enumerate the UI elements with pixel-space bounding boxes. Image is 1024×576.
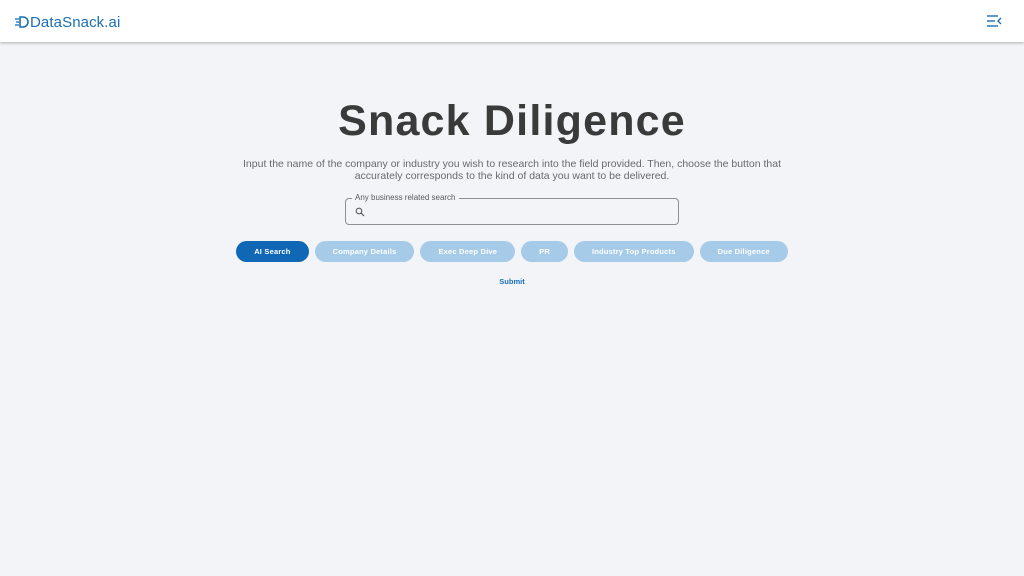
option-pr[interactable]: PR [521, 241, 568, 262]
option-due-diligence[interactable]: Due Diligence [699, 241, 788, 262]
option-exec-deep-dive[interactable]: Exec Deep Dive [420, 241, 516, 262]
option-ai-search[interactable]: AI Search [236, 241, 309, 262]
menu-collapse-icon[interactable] [986, 14, 1002, 28]
submit-button[interactable]: Submit [0, 277, 1024, 286]
search-icon [355, 207, 365, 217]
search-input[interactable] [370, 202, 670, 221]
main-content: Snack Diligence Input the name of the co… [0, 42, 1024, 576]
page-description: Input the name of the company or industr… [243, 158, 781, 182]
option-company-details[interactable]: Company Details [314, 241, 415, 262]
search-field[interactable]: Any business related search [345, 193, 679, 225]
logo[interactable]: DataSnack.ai [15, 12, 120, 32]
option-industry-top-products[interactable]: Industry Top Products [573, 241, 694, 262]
page-title: Snack Diligence [338, 97, 686, 145]
logo-text: DataSnack.ai [30, 13, 121, 31]
top-bar: DataSnack.ai [0, 0, 1024, 42]
search-type-options: AI Search Company Details Exec Deep Dive… [0, 241, 1024, 262]
logo-icon [15, 16, 29, 28]
